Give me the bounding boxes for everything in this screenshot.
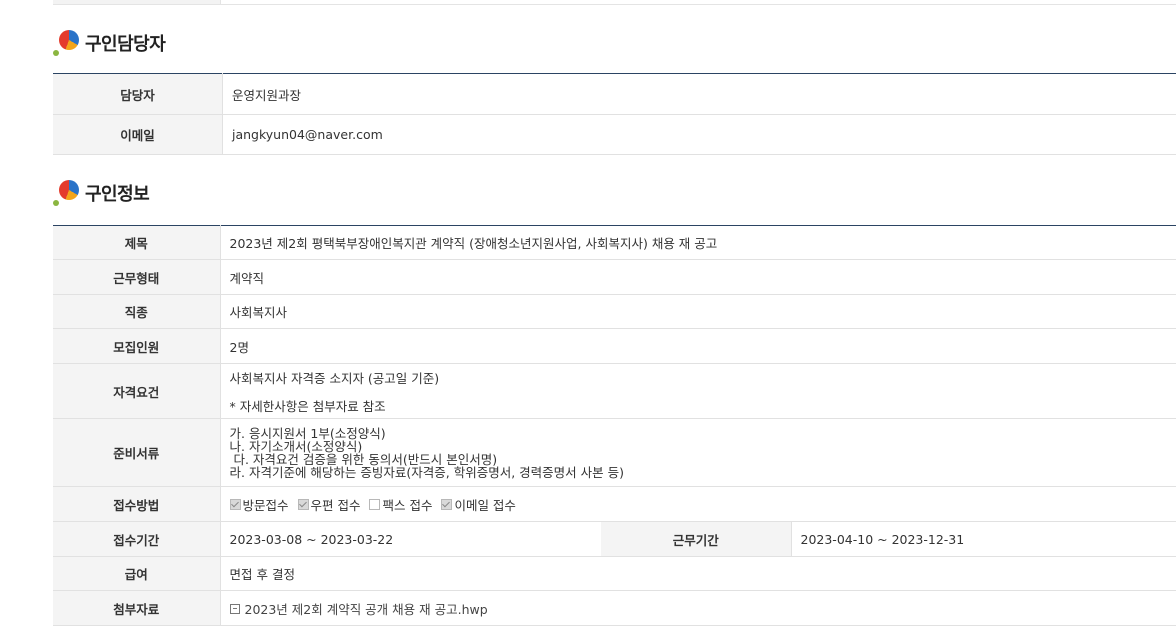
table-row: 자격요건 사회복지사 자격증 소지자 (공고일 기준) * 자세한사항은 첨부자… [53, 363, 1176, 419]
attachment-label: 첨부자료 [53, 590, 221, 626]
subject-value: 2023년 제2회 평택북부장애인복지관 계약직 (장애청소년지원사업, 사회복… [220, 225, 1176, 260]
qualification-line: 사회복지사 자격증 소지자 (공고일 기준) [229, 370, 440, 386]
table-row: 접수방법 방문접수 우편 접수 팩스 접수 이메일 접수 [53, 486, 1176, 522]
attachment-link[interactable]: 2023년 제2회 계약직 공개 채용 재 공고.hwp [245, 602, 488, 617]
mail-checkbox: 우편 접수 [297, 495, 361, 514]
table-row: 직종 사회복지사 [53, 294, 1176, 329]
recruiter-table: 담당자 운영지원과장 이메일 jangkyun04@naver.com [53, 73, 1176, 155]
file-icon [229, 603, 240, 614]
table-row: 제목 2023년 제2회 평택북부장애인복지관 계약직 (장애청소년지원사업, … [53, 225, 1176, 260]
application-method-label: 접수방법 [53, 486, 221, 522]
checkbox-checked-icon [229, 498, 241, 510]
job-section-heading: 구인정보 [53, 180, 150, 206]
email-checkbox: 이메일 접수 [441, 495, 516, 514]
occupation-value: 사회복지사 [220, 294, 1176, 329]
application-period-label: 접수기간 [53, 521, 221, 557]
job-info-table: 제목 2023년 제2회 평택북부장애인복지관 계약직 (장애청소년지원사업, … [53, 225, 1176, 626]
work-period-value: 2023-04-10 ~ 2023-12-31 [791, 521, 1176, 557]
qualification-label: 자격요건 [53, 363, 221, 419]
table-row: 이메일 jangkyun04@naver.com [53, 114, 1176, 155]
section-bullet-icon [53, 180, 79, 206]
work-period-label: 근무기간 [601, 521, 792, 557]
salary-value: 면접 후 결정 [220, 556, 1176, 591]
email-checkbox-label: 이메일 접수 [454, 497, 516, 513]
table-row: 준비서류 가. 응시지원서 1부(소정양식) 나. 자기소개서(소정양식) 다.… [53, 418, 1176, 487]
visit-checkbox-label: 방문접수 [242, 497, 289, 513]
mail-checkbox-label: 우편 접수 [310, 497, 361, 513]
documents-label: 준비서류 [53, 418, 221, 487]
checkbox-checked-icon [297, 498, 309, 510]
documents-value: 가. 응시지원서 1부(소정양식) 나. 자기소개서(소정양식) 다. 자격요건… [220, 418, 1176, 487]
application-period-value: 2023-03-08 ~ 2023-03-22 [220, 521, 601, 557]
checkbox-unchecked-icon [369, 498, 381, 510]
work-type-label: 근무형태 [53, 259, 221, 295]
recruiter-section-heading: 구인담당자 [53, 30, 166, 56]
salary-label: 급여 [53, 556, 221, 591]
recruiter-section-title: 구인담당자 [85, 34, 166, 55]
attachment-value: 2023년 제2회 계약직 공개 채용 재 공고.hwp [220, 590, 1176, 626]
table-row: 담당자 운영지원과장 [53, 73, 1176, 115]
work-type-value: 계약직 [220, 259, 1176, 295]
email-label: 이메일 [53, 114, 223, 155]
table-row: 모집인원 2명 [53, 328, 1176, 364]
email-value: jangkyun04@naver.com [222, 114, 1176, 155]
subject-label: 제목 [53, 225, 221, 260]
application-method-value: 방문접수 우편 접수 팩스 접수 이메일 접수 [220, 486, 1176, 522]
contact-person-label: 담당자 [53, 73, 223, 115]
previous-table-edge [53, 0, 1176, 5]
section-bullet-icon [53, 30, 79, 56]
checkbox-checked-icon [441, 498, 453, 510]
table-row: 급여 면접 후 결정 [53, 556, 1176, 591]
table-row: 근무형태 계약직 [53, 259, 1176, 295]
qualification-value: 사회복지사 자격증 소지자 (공고일 기준) * 자세한사항은 첨부자료 참조 [220, 363, 1176, 419]
previous-table-cell [53, 0, 221, 4]
document-line: 나. 자기소개서(소정양식) [229, 438, 363, 454]
document-line: 다. 자격요건 검증을 위한 동의서(반드시 본인서명) [229, 451, 498, 467]
occupation-label: 직종 [53, 294, 221, 329]
contact-person-value: 운영지원과장 [222, 73, 1176, 115]
document-line: 라. 자격기준에 해당하는 증빙자료(자격증, 학위증명서, 경력증명서 사본 … [229, 464, 625, 480]
visit-checkbox: 방문접수 [229, 495, 289, 514]
fax-checkbox: 팩스 접수 [369, 495, 432, 514]
document-line: 가. 응시지원서 1부(소정양식) [229, 425, 386, 441]
headcount-value: 2명 [220, 328, 1176, 364]
job-section-title: 구인정보 [85, 184, 150, 205]
table-row: 첨부자료 2023년 제2회 계약직 공개 채용 재 공고.hwp [53, 590, 1176, 626]
headcount-label: 모집인원 [53, 328, 221, 364]
fax-checkbox-label: 팩스 접수 [382, 497, 433, 513]
table-row: 접수기간 2023-03-08 ~ 2023-03-22 근무기간 2023-0… [53, 521, 1176, 557]
qualification-note: * 자세한사항은 첨부자료 참조 [229, 398, 386, 414]
